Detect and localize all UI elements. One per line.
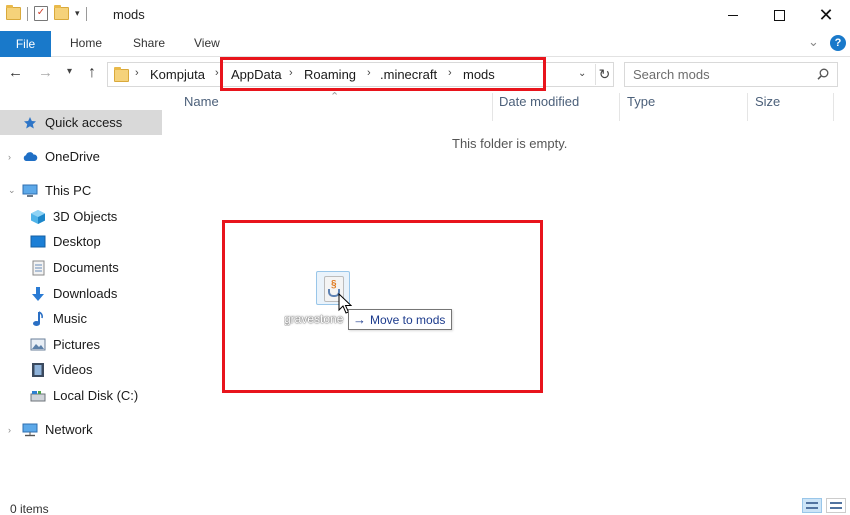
nav-item-label: OneDrive <box>45 149 100 164</box>
forward-arrow-icon[interactable]: → <box>38 64 53 81</box>
minimize-icon <box>728 14 738 16</box>
breadcrumb-kompjuta[interactable]: Kompjuta <box>150 67 205 82</box>
column-header-size[interactable]: Size <box>755 94 780 109</box>
chevron-right-icon[interactable]: › <box>8 152 11 162</box>
address-dropdown-icon[interactable]: ⌄ <box>578 68 586 79</box>
properties-icon[interactable]: ✓ <box>34 6 48 21</box>
chevron-right-icon[interactable]: › <box>8 425 11 435</box>
nav-item-label: Documents <box>53 260 119 275</box>
nav-item-documents[interactable]: Documents <box>0 255 162 280</box>
column-divider[interactable] <box>747 93 748 121</box>
up-arrow-icon[interactable]: ↑ <box>88 64 96 82</box>
download-icon <box>30 286 46 302</box>
network-icon <box>22 422 38 438</box>
nav-item-pictures[interactable]: Pictures <box>0 332 162 357</box>
disk-icon <box>30 388 46 404</box>
chevron-down-icon[interactable]: ⌄ <box>8 185 16 196</box>
column-divider[interactable] <box>833 93 834 121</box>
breadcrumb-separator-icon[interactable]: › <box>135 67 139 79</box>
nav-item-label: Quick access <box>45 115 123 130</box>
video-icon <box>30 362 46 378</box>
desktop-icon <box>30 234 46 250</box>
nav-item-label: Videos <box>53 362 93 377</box>
column-divider[interactable] <box>492 93 493 121</box>
expand-ribbon-icon[interactable]: ⌄ <box>808 34 819 50</box>
cube-icon <box>30 209 46 225</box>
window-title: mods <box>113 7 145 22</box>
drag-tooltip-text: Move to mods <box>370 312 446 327</box>
nav-item-desktop[interactable]: Desktop <box>0 229 162 254</box>
search-icon[interactable] <box>817 68 829 80</box>
document-icon <box>30 260 46 276</box>
maximize-button[interactable] <box>756 0 802 30</box>
picture-icon <box>30 337 46 353</box>
customize-toolbar-icon[interactable]: ▾ <box>75 8 80 19</box>
minimize-button[interactable] <box>710 0 756 30</box>
drop-highlight-box <box>222 220 543 393</box>
item-count: 0 items <box>10 502 49 515</box>
close-icon: ✕ <box>818 4 834 25</box>
refresh-icon[interactable]: ↻ <box>595 64 613 85</box>
navigation-pane: Quick access › OneDrive ⌄ This PC 3D Obj… <box>0 91 165 495</box>
sort-indicator-icon: ⌃ <box>330 91 340 103</box>
help-icon[interactable]: ? <box>830 35 846 51</box>
maximize-icon <box>773 9 785 21</box>
status-bar: 0 items <box>0 495 850 515</box>
nav-item-label: Desktop <box>53 234 101 249</box>
title-bar: ✓ ▾ mods ✕ <box>0 0 850 30</box>
nav-item-downloads[interactable]: Downloads <box>0 281 162 306</box>
quick-access-toolbar: ✓ ▾ <box>6 5 87 21</box>
large-icons-view-icon <box>830 502 842 509</box>
address-folder-icon <box>114 67 129 82</box>
recent-locations-icon[interactable]: ▾ <box>67 66 72 77</box>
close-button[interactable]: ✕ <box>803 0 849 30</box>
empty-folder-message: This folder is empty. <box>452 136 568 151</box>
nav-item-3d-objects[interactable]: 3D Objects <box>0 204 162 229</box>
column-divider[interactable] <box>619 93 620 121</box>
nav-item-label: 3D Objects <box>53 209 118 224</box>
cloud-icon <box>22 149 38 165</box>
nav-item-quick-access[interactable]: Quick access <box>0 110 162 135</box>
nav-item-this-pc[interactable]: ⌄ This PC <box>0 178 162 203</box>
music-icon <box>30 310 46 327</box>
column-header-date-modified[interactable]: Date modified <box>499 94 579 109</box>
back-arrow-icon[interactable]: ← <box>8 64 23 81</box>
nav-item-label: This PC <box>45 183 92 198</box>
tab-file[interactable]: File <box>0 31 51 57</box>
column-header-type[interactable]: Type <box>627 94 655 109</box>
new-folder-icon[interactable] <box>54 5 69 20</box>
tab-home[interactable]: Home <box>70 36 102 50</box>
computer-icon <box>22 183 38 199</box>
nav-item-music[interactable]: Music <box>0 306 162 331</box>
search-box[interactable]: Search mods <box>624 62 838 87</box>
tab-view[interactable]: View <box>194 36 220 50</box>
nav-item-network[interactable]: › Network <box>0 417 162 442</box>
nav-item-videos[interactable]: Videos <box>0 357 162 382</box>
star-icon <box>22 115 38 131</box>
toolbar-separator <box>27 6 28 21</box>
nav-item-label: Pictures <box>53 337 100 352</box>
nav-item-label: Local Disk (C:) <box>53 388 139 403</box>
ribbon: File Home Share View ⌄ ? <box>0 30 850 57</box>
nav-item-local-disk[interactable]: Local Disk (C:) <box>0 383 162 408</box>
nav-item-label: Network <box>45 422 93 437</box>
nav-item-onedrive[interactable]: › OneDrive <box>0 144 162 169</box>
drag-tooltip: → Move to mods <box>348 309 453 330</box>
details-view-button[interactable] <box>802 498 822 513</box>
search-input[interactable]: Search mods <box>633 67 710 82</box>
folder-icon <box>6 5 21 20</box>
nav-item-label: Music <box>53 311 87 326</box>
toolbar-separator <box>85 6 87 21</box>
arrow-right-icon: → <box>353 312 366 327</box>
details-view-icon <box>806 502 818 509</box>
breadcrumb-separator-icon[interactable]: › <box>215 67 219 79</box>
tab-share[interactable]: Share <box>133 36 165 50</box>
large-icons-view-button[interactable] <box>826 498 846 513</box>
nav-item-label: Downloads <box>53 286 118 301</box>
address-highlight-box <box>220 57 546 91</box>
column-header-name[interactable]: Name <box>184 94 219 109</box>
